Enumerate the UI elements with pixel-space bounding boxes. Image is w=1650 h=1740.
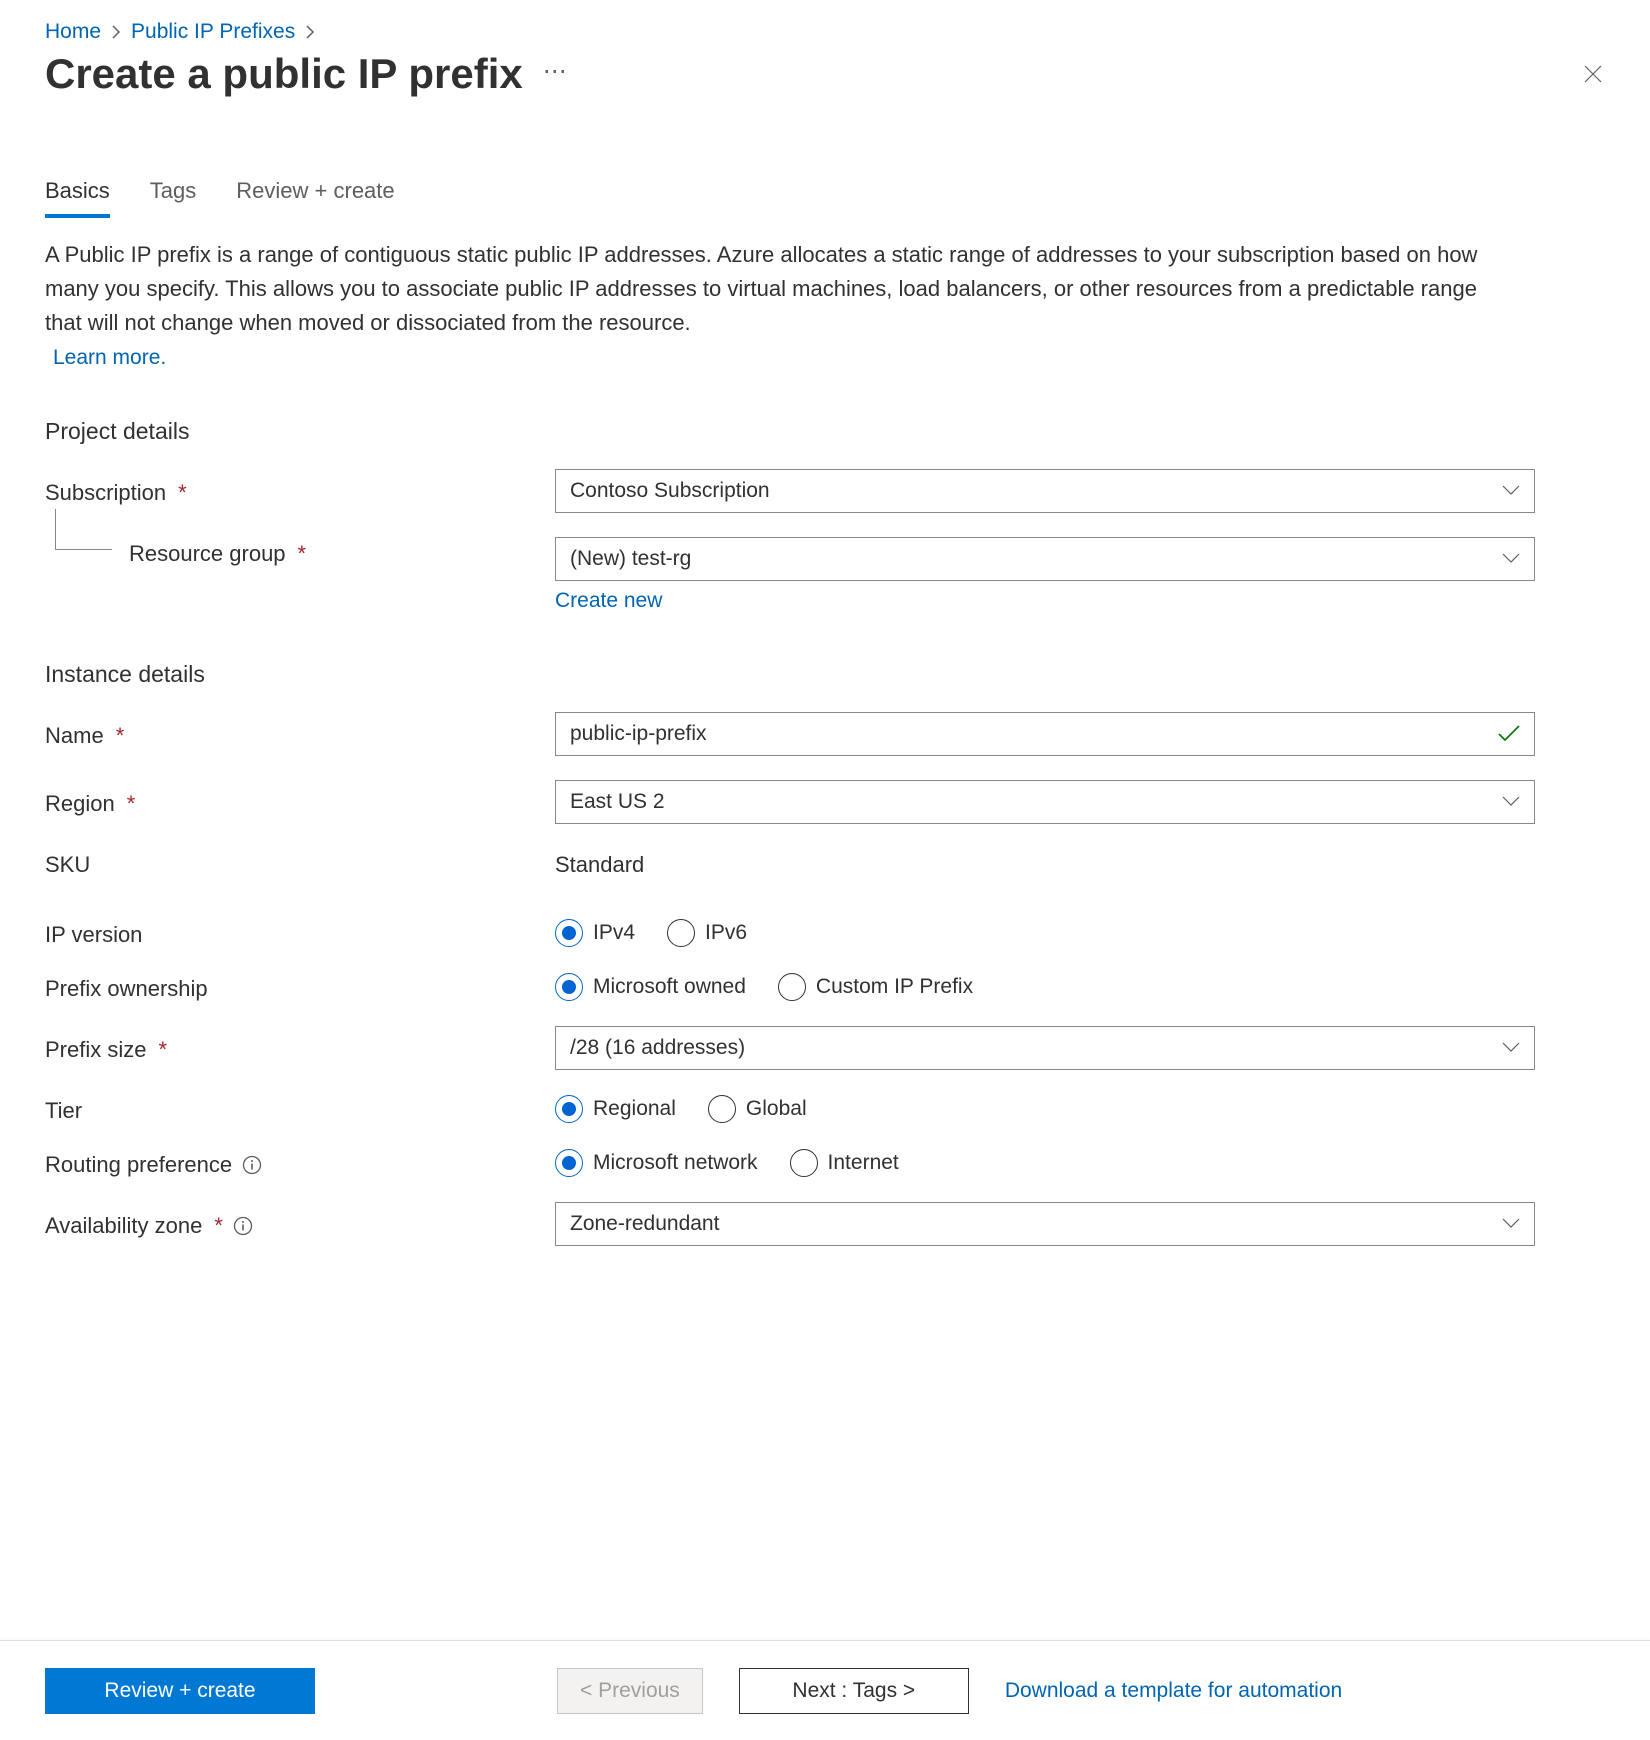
ip-version-label: IP version	[45, 922, 142, 948]
chevron-right-icon	[305, 25, 315, 39]
chevron-right-icon	[111, 25, 121, 39]
required-indicator: *	[214, 1213, 223, 1239]
required-indicator: *	[116, 723, 125, 749]
required-indicator: *	[127, 791, 136, 817]
sku-value: Standard	[555, 848, 1535, 878]
prefix-size-label: Prefix size	[45, 1037, 146, 1063]
prefix-ownership-microsoft[interactable]: Microsoft owned	[555, 973, 746, 1001]
resource-group-select[interactable]: (New) test-rg	[555, 537, 1535, 581]
more-options-icon[interactable]: ⋯	[543, 57, 569, 92]
tabs: Basics Tags Review + create	[45, 178, 1605, 218]
chevron-down-icon	[1502, 1042, 1520, 1054]
region-label: Region	[45, 791, 115, 817]
info-icon[interactable]	[233, 1216, 253, 1236]
info-icon[interactable]	[242, 1155, 262, 1175]
breadcrumb: Home Public IP Prefixes	[45, 20, 1605, 44]
prefix-ownership-custom[interactable]: Custom IP Prefix	[778, 973, 973, 1001]
sku-label: SKU	[45, 852, 90, 878]
required-indicator: *	[178, 480, 187, 506]
create-new-link[interactable]: Create new	[555, 589, 662, 612]
tier-regional-label: Regional	[593, 1097, 676, 1121]
ip-version-ipv6-label: IPv6	[705, 921, 747, 945]
prefix-size-value: /28 (16 addresses)	[570, 1036, 745, 1060]
required-indicator: *	[158, 1037, 167, 1063]
prefix-ownership-microsoft-label: Microsoft owned	[593, 975, 746, 999]
name-input[interactable]: public-ip-prefix	[555, 712, 1535, 756]
close-icon[interactable]	[1581, 62, 1605, 86]
chevron-down-icon	[1502, 1218, 1520, 1230]
routing-preference-radio-group: Microsoft network Internet	[555, 1149, 1535, 1177]
resource-group-label: Resource group	[129, 541, 286, 567]
prefix-ownership-custom-label: Custom IP Prefix	[816, 975, 973, 999]
name-value: public-ip-prefix	[570, 722, 707, 746]
previous-button: < Previous	[557, 1668, 703, 1714]
download-template-link[interactable]: Download a template for automation	[1005, 1679, 1342, 1703]
subscription-value: Contoso Subscription	[570, 479, 770, 503]
chevron-down-icon	[1502, 553, 1520, 565]
tier-global-label: Global	[746, 1097, 807, 1121]
checkmark-icon	[1498, 725, 1520, 743]
region-select[interactable]: East US 2	[555, 780, 1535, 824]
footer: Review + create < Previous Next : Tags >…	[0, 1640, 1650, 1740]
tab-tags[interactable]: Tags	[150, 178, 196, 218]
page-title: Create a public IP prefix	[45, 50, 523, 98]
prefix-size-select[interactable]: /28 (16 addresses)	[555, 1026, 1535, 1070]
learn-more-link[interactable]: Learn more.	[53, 346, 1605, 370]
prefix-ownership-label: Prefix ownership	[45, 976, 208, 1002]
review-create-button[interactable]: Review + create	[45, 1668, 315, 1714]
tab-review[interactable]: Review + create	[236, 178, 394, 218]
section-project-details: Project details	[45, 418, 1605, 445]
tier-label: Tier	[45, 1098, 82, 1124]
name-label: Name	[45, 723, 104, 749]
resource-group-value: (New) test-rg	[570, 547, 691, 571]
chevron-down-icon	[1502, 485, 1520, 497]
description: A Public IP prefix is a range of contigu…	[45, 238, 1495, 340]
routing-internet[interactable]: Internet	[790, 1149, 899, 1177]
chevron-down-icon	[1502, 796, 1520, 808]
tier-global[interactable]: Global	[708, 1095, 807, 1123]
availability-zone-value: Zone-redundant	[570, 1212, 719, 1236]
tier-regional[interactable]: Regional	[555, 1095, 676, 1123]
region-value: East US 2	[570, 790, 665, 814]
routing-microsoft-network-label: Microsoft network	[593, 1151, 758, 1175]
ip-version-ipv4[interactable]: IPv4	[555, 919, 635, 947]
availability-zone-label: Availability zone	[45, 1213, 202, 1239]
availability-zone-select[interactable]: Zone-redundant	[555, 1202, 1535, 1246]
routing-microsoft-network[interactable]: Microsoft network	[555, 1149, 758, 1177]
ip-version-ipv4-label: IPv4	[593, 921, 635, 945]
routing-internet-label: Internet	[828, 1151, 899, 1175]
tier-radio-group: Regional Global	[555, 1095, 1535, 1123]
routing-preference-label: Routing preference	[45, 1152, 232, 1178]
ip-version-ipv6[interactable]: IPv6	[667, 919, 747, 947]
tab-basics[interactable]: Basics	[45, 178, 110, 218]
required-indicator: *	[298, 541, 307, 567]
section-instance-details: Instance details	[45, 661, 1605, 688]
breadcrumb-home[interactable]: Home	[45, 20, 101, 44]
subscription-select[interactable]: Contoso Subscription	[555, 469, 1535, 513]
breadcrumb-section[interactable]: Public IP Prefixes	[131, 20, 295, 44]
subscription-label: Subscription	[45, 480, 166, 506]
prefix-ownership-radio-group: Microsoft owned Custom IP Prefix	[555, 973, 1535, 1001]
ip-version-radio-group: IPv4 IPv6	[555, 919, 1535, 947]
next-button[interactable]: Next : Tags >	[739, 1668, 969, 1714]
